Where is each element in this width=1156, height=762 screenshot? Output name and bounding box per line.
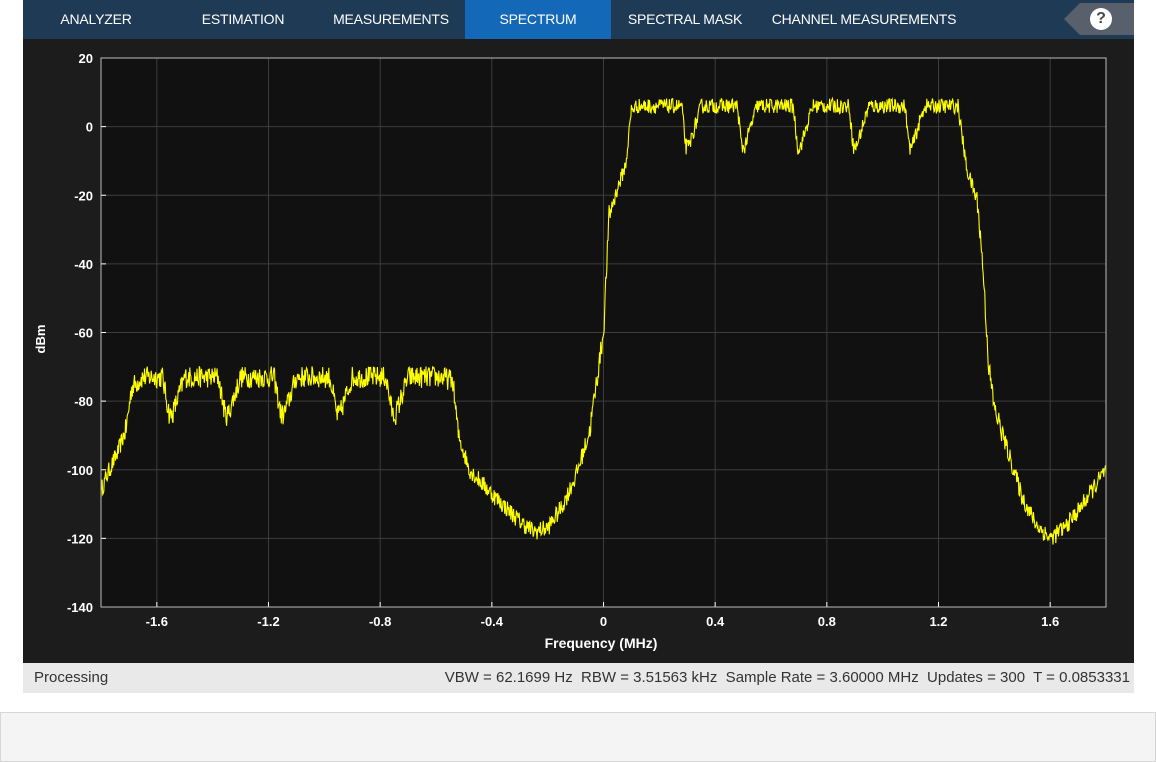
tab-estimation[interactable]: ESTIMATION bbox=[169, 0, 317, 39]
spectrum-chart[interactable]: 20 0 -20 -40 -60 -80 -100 -120 -140 -1.6 -1.2 -0.8… bbox=[23, 39, 1134, 663]
spectrum-analyzer-window: ANALYZER ESTIMATION MEASUREMENTS SPECTRU… bbox=[23, 0, 1134, 693]
x-tick-label: 1.6 bbox=[1041, 614, 1059, 629]
tab-measurements[interactable]: MEASUREMENTS bbox=[317, 0, 465, 39]
y-tick-label: -140 bbox=[67, 600, 93, 615]
tab-spectral-mask[interactable]: SPECTRAL MASK bbox=[611, 0, 759, 39]
help-icon: ? bbox=[1090, 8, 1112, 30]
plot-area: 20 0 -20 -40 -60 -80 -100 -120 -140 -1.6 -1.2 -0.8… bbox=[23, 39, 1134, 663]
status-measurements: VBW = 62.1699 Hz RBW = 3.51563 kHz Sampl… bbox=[444, 669, 1130, 686]
y-tick-label: -60 bbox=[74, 326, 93, 341]
toolstrip: ANALYZER ESTIMATION MEASUREMENTS SPECTRU… bbox=[23, 0, 1134, 39]
y-tick-label: -40 bbox=[74, 257, 93, 272]
x-tick-label: 0.4 bbox=[706, 614, 725, 629]
y-tick-label: -80 bbox=[74, 394, 93, 409]
y-tick-label: -100 bbox=[67, 463, 93, 478]
help-button[interactable]: ? bbox=[1064, 3, 1134, 35]
x-tick-label: -0.4 bbox=[481, 614, 504, 629]
x-axis-label: Frequency (MHz) bbox=[545, 635, 658, 651]
y-tick-label: -20 bbox=[74, 188, 93, 203]
tab-channel-measurements[interactable]: CHANNEL MEASUREMENTS bbox=[759, 0, 969, 39]
x-tick-label: -1.6 bbox=[146, 614, 168, 629]
y-axis-label: dBm bbox=[33, 325, 48, 354]
y-tick-label: 20 bbox=[79, 51, 93, 66]
x-tick-label: -1.2 bbox=[257, 614, 279, 629]
bottom-panel bbox=[0, 712, 1156, 762]
tab-spectrum[interactable]: SPECTRUM bbox=[465, 0, 611, 39]
x-tick-label: -0.8 bbox=[369, 614, 391, 629]
x-tick-label: 0.8 bbox=[818, 614, 836, 629]
tab-analyzer[interactable]: ANALYZER bbox=[23, 0, 169, 39]
status-bar: Processing VBW = 62.1699 Hz RBW = 3.5156… bbox=[23, 663, 1134, 693]
status-processing: Processing bbox=[34, 669, 109, 686]
y-tick-label: -120 bbox=[67, 531, 93, 546]
x-tick-label: 1.2 bbox=[929, 614, 947, 629]
y-tick-label: 0 bbox=[86, 120, 93, 135]
x-tick-label: 0 bbox=[600, 614, 607, 629]
